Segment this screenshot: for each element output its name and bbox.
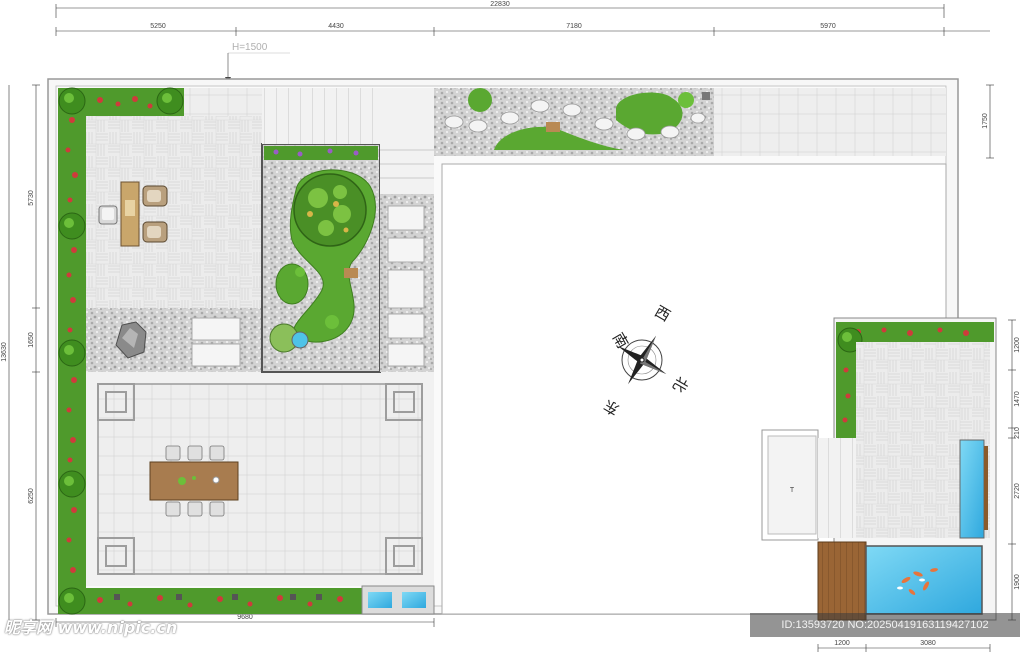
door-label: T — [790, 487, 795, 494]
bottom-planting-strip — [86, 588, 362, 614]
dim-right-1: 1200 — [1014, 337, 1021, 353]
feature-tree — [293, 173, 367, 247]
dim-left-3: 6250 — [28, 488, 35, 504]
height-note: H=1500 — [232, 42, 268, 53]
watermark-site: 昵享网 www.nipic.cn — [4, 618, 178, 637]
dim-right-5: 1900 — [1014, 574, 1021, 590]
stepping-slab — [191, 317, 241, 341]
entrance-steps — [262, 88, 380, 144]
dim-top-2: 4430 — [328, 23, 344, 30]
watermark-id: ID:13593720 NO:20250419163119427102 — [750, 613, 1020, 637]
dim-total-top: 22830 — [490, 1, 510, 8]
dim-left-2: 1650 — [28, 332, 35, 348]
dim-right-3: 210 — [1014, 427, 1021, 439]
right-water-channel — [959, 439, 985, 539]
dim-top-1: 5250 — [150, 23, 166, 30]
right-steps — [818, 438, 856, 538]
dim-top-4: 5970 — [820, 23, 836, 30]
dim-right-2: 1470 — [1014, 391, 1021, 407]
dim-top-3: 7180 — [566, 23, 582, 30]
dim-bottom-right-2: 3080 — [920, 640, 936, 647]
wood-deck — [817, 541, 867, 621]
dim-left-total: 13630 — [1, 342, 8, 362]
top-right-terrace — [714, 88, 946, 156]
dim-bottom-left: 9680 — [237, 614, 253, 621]
garden-plan: 22830 5250 4430 7180 5970 13630 5730 165… — [1, 1, 1021, 652]
dim-left-1: 5730 — [28, 190, 35, 206]
dim-right-top: 1750 — [982, 113, 989, 129]
dim-right-4: 2720 — [1014, 483, 1021, 499]
dim-bottom-right-1: 1200 — [834, 640, 850, 647]
